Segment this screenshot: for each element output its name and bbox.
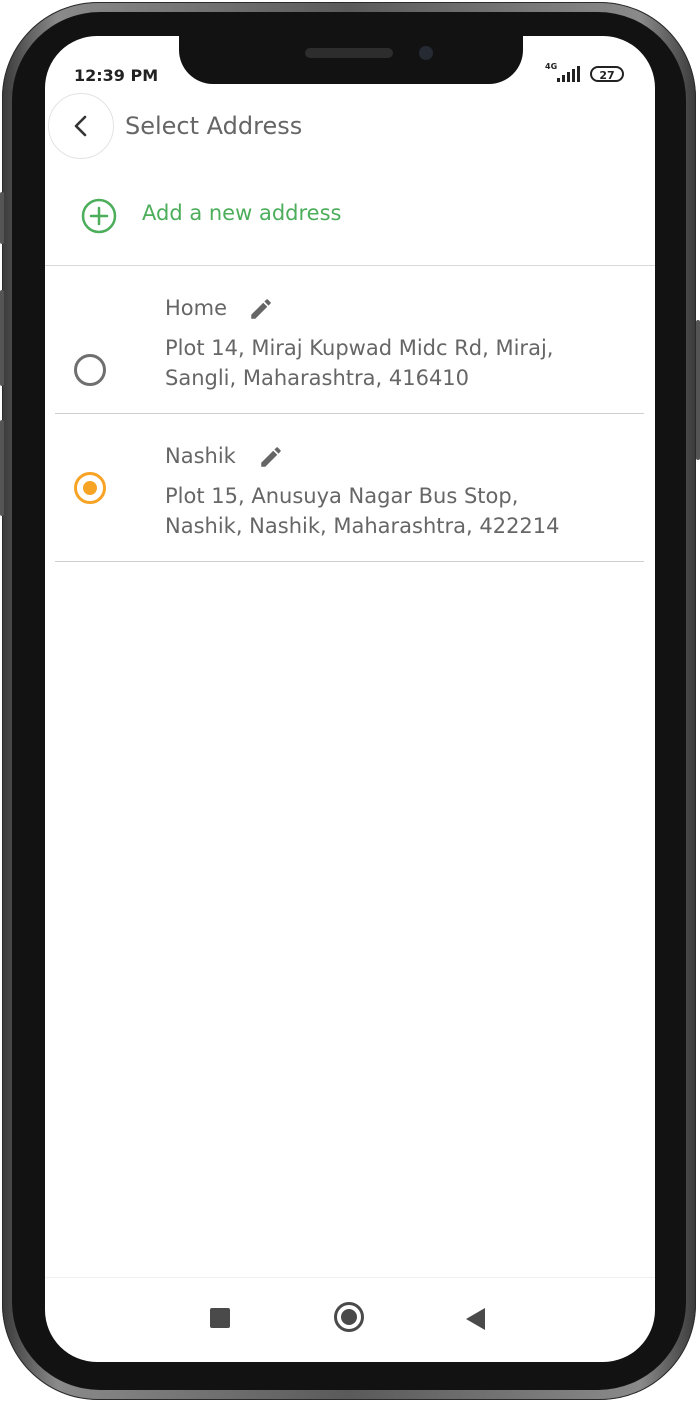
mute-switch [0,192,4,244]
plus-circle-icon [81,198,117,234]
recents-square-icon[interactable] [210,1308,230,1328]
radio-button-selected[interactable] [74,472,106,504]
home-circle-icon[interactable] [334,1302,364,1332]
radio-button-unselected[interactable] [74,354,106,386]
page-title: Select Address [125,112,303,140]
add-new-address-label: Add a new address [142,201,342,225]
speaker [305,48,393,58]
address-line-1: Plot 14, Miraj Kupwad Midc Rd, Miraj, [165,336,554,360]
volume-down-button [0,420,4,516]
divider [55,561,644,562]
address-line-2: Sangli, Maharashtra, 416410 [165,366,470,390]
address-line-1: Plot 15, Anusuya Nagar Bus Stop, [165,484,519,508]
screen: 12:39 PM 4G 27 Select Address Add a new … [45,36,655,1362]
back-triangle-icon[interactable] [466,1308,485,1330]
address-item-nashik[interactable]: Nashik Plot 15, Anusuya Nagar Bus Stop, … [45,414,655,562]
volume-up-button [0,290,4,386]
status-time: 12:39 PM [74,66,159,85]
power-button [696,320,700,460]
front-camera [419,46,433,60]
add-new-address-button[interactable]: Add a new address [81,196,481,236]
chevron-left-icon [74,115,87,137]
network-type: 4G [545,62,558,71]
signal-icon [557,66,581,82]
address-line-2: Nashik, Nashik, Maharashtra, 422214 [165,514,560,538]
notch [179,36,523,84]
back-button[interactable] [48,93,114,159]
address-item-home[interactable]: Home Plot 14, Miraj Kupwad Midc Rd, Mira… [45,266,655,414]
address-name: Nashik [165,444,236,468]
edit-pencil-icon[interactable] [258,444,284,470]
nav-bar-divider [45,1277,655,1278]
address-name: Home [165,296,228,320]
edit-pencil-icon[interactable] [248,296,274,322]
battery-icon: 27 [590,66,624,82]
